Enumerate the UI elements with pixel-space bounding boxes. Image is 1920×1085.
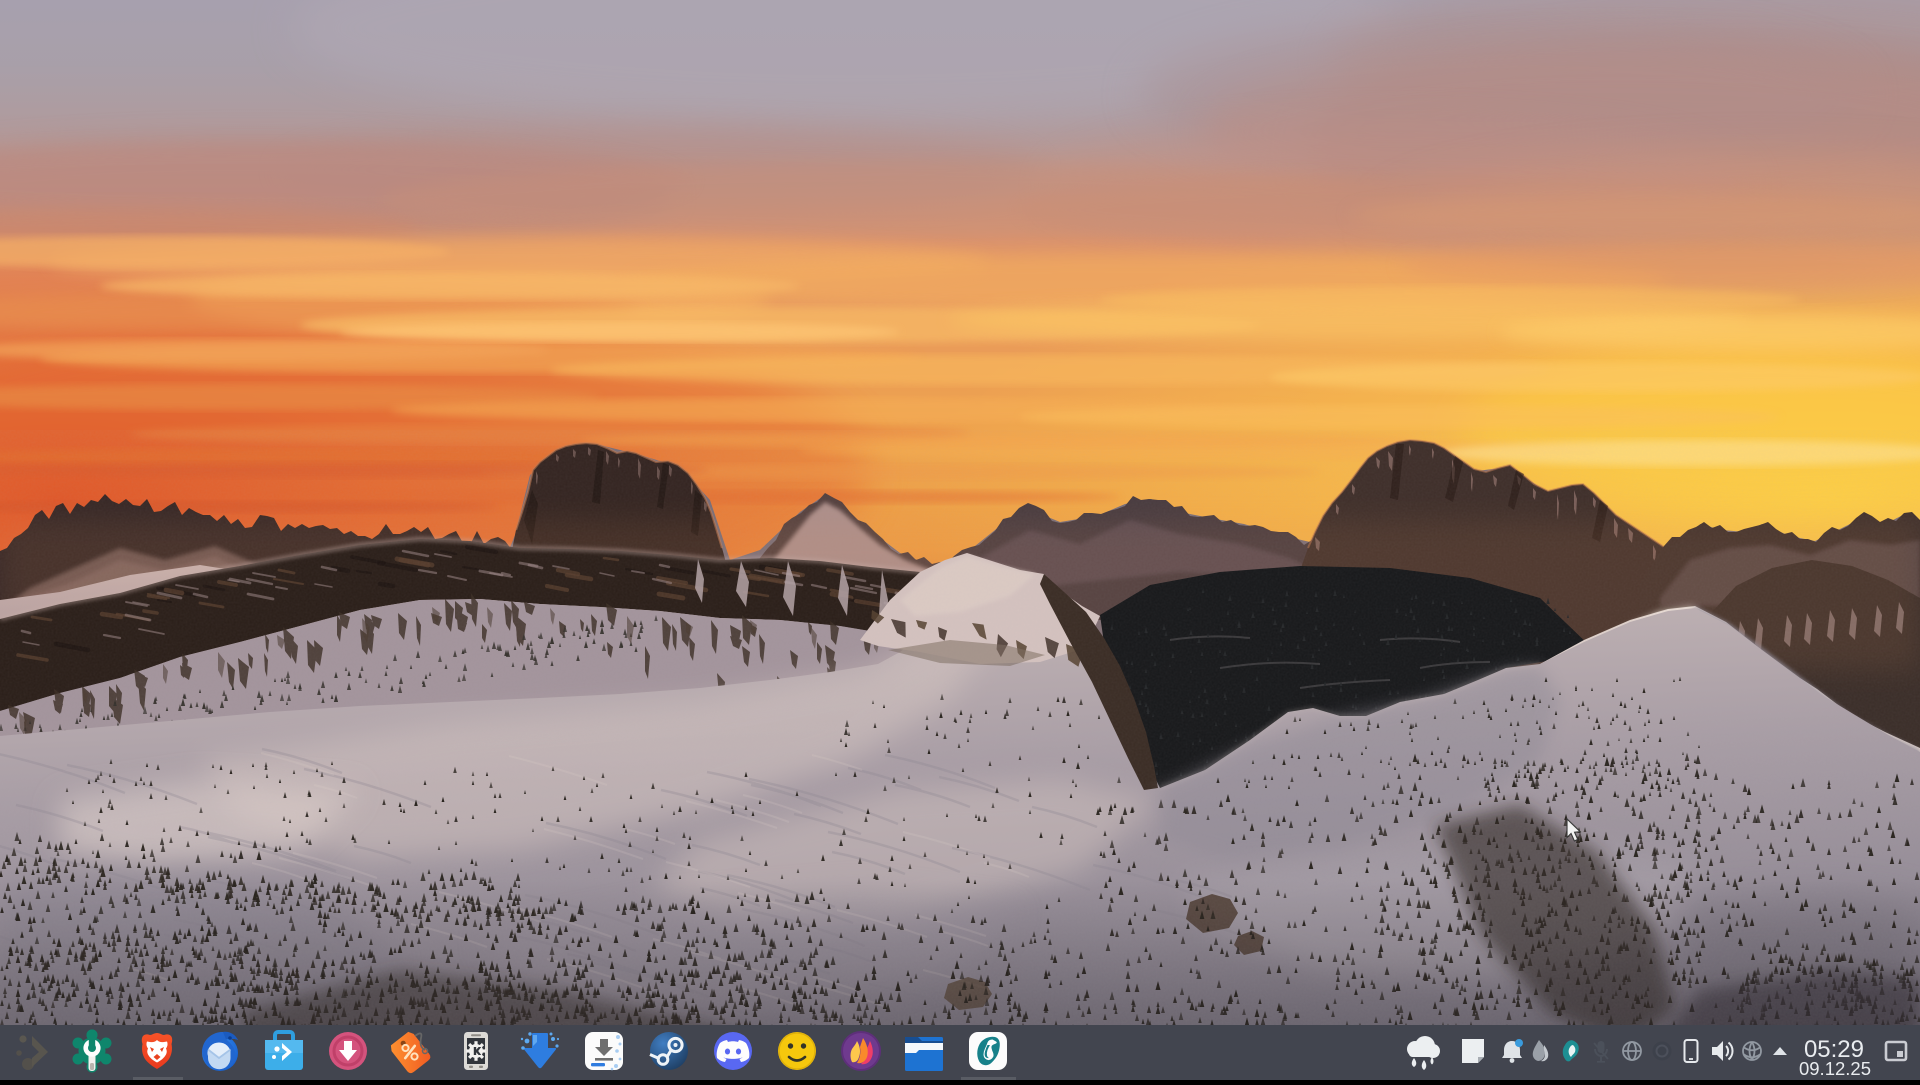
svg-text:09.12.25: 09.12.25 (1799, 1058, 1871, 1079)
